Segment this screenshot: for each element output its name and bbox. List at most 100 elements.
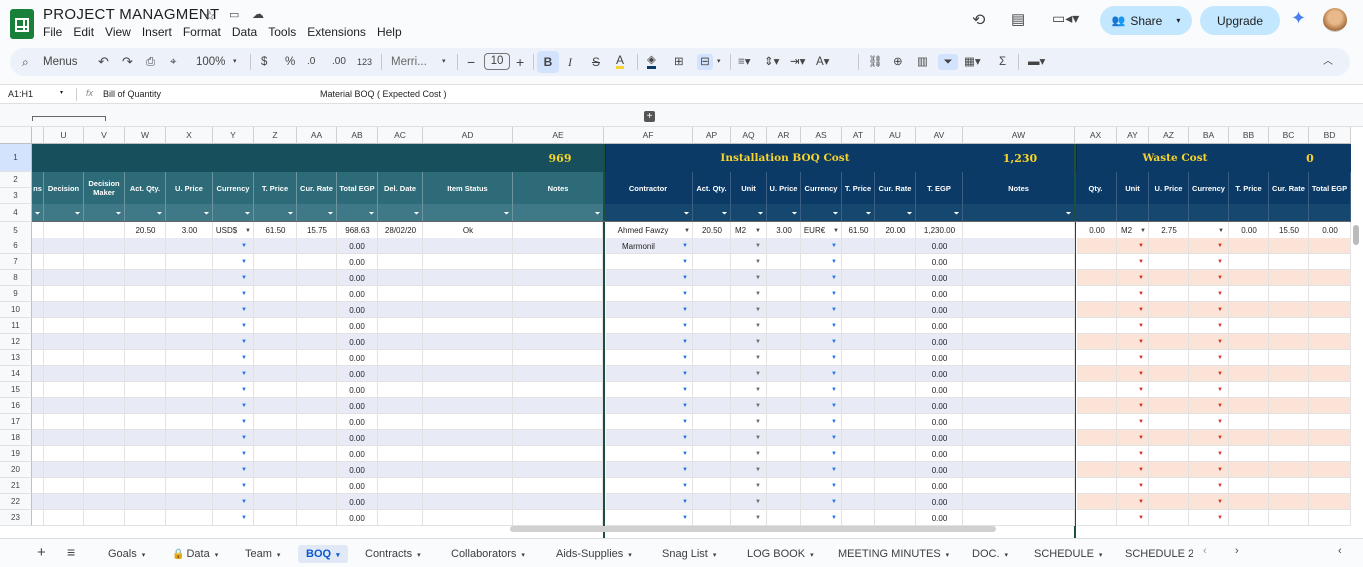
- filter-cell-material-9[interactable]: ⏷: [378, 204, 423, 222]
- cell-installation-r19-c3[interactable]: [767, 446, 801, 462]
- unit-dropdown-icon[interactable]: ▼: [753, 334, 763, 350]
- filter-cell-installation-6[interactable]: ⏷: [875, 204, 916, 222]
- item-status-cell[interactable]: Ok: [423, 222, 513, 239]
- move-folder-icon[interactable]: ▭: [229, 8, 239, 21]
- waste-unit-dropdown-icon[interactable]: ▼: [1136, 462, 1146, 478]
- cell-material-r17-c9[interactable]: [378, 414, 423, 430]
- menu-file[interactable]: File: [43, 25, 62, 39]
- row-header-2[interactable]: 2: [0, 172, 32, 188]
- contractor-dropdown-icon[interactable]: ▼: [680, 286, 690, 302]
- cell-waste-r23-c0[interactable]: [1077, 510, 1117, 526]
- column-header-av[interactable]: AV: [916, 127, 963, 144]
- currency-dropdown-icon[interactable]: ▼: [238, 510, 250, 526]
- waste-currency-dropdown-icon[interactable]: ▼: [1215, 366, 1225, 382]
- currency-dropdown-icon[interactable]: ▼: [829, 382, 839, 398]
- cell-material-r21-c3[interactable]: [125, 478, 166, 494]
- cell-installation-r10-c3[interactable]: [767, 302, 801, 318]
- insert-chart-icon[interactable]: ▥: [917, 54, 928, 70]
- cell-installation-r19-c6[interactable]: [875, 446, 916, 462]
- waste-total-cell[interactable]: 0.00: [1309, 222, 1351, 239]
- cell-material-r14-c11[interactable]: [513, 366, 603, 382]
- filter-dropdown-icon[interactable]: ⏷: [792, 210, 797, 219]
- upgrade-button[interactable]: Upgrade: [1200, 6, 1280, 35]
- cell-material-r22-c2[interactable]: [84, 494, 125, 510]
- currency-dropdown-icon[interactable]: ▼: [238, 478, 250, 494]
- cloud-status-icon[interactable]: ☁: [252, 7, 264, 21]
- cell-material-r11-c7[interactable]: [297, 318, 337, 334]
- cell-installation-r23-c3[interactable]: [767, 510, 801, 526]
- input-tools-icon[interactable]: ▬▾: [1028, 54, 1045, 70]
- filter-dropdown-icon[interactable]: ⏷: [722, 210, 727, 219]
- cell-waste-r10-c5[interactable]: [1269, 302, 1309, 318]
- cell-waste-r8-c0[interactable]: [1077, 270, 1117, 286]
- cell-material-r23-c3[interactable]: [125, 510, 166, 526]
- cell-waste-r22-c5[interactable]: [1269, 494, 1309, 510]
- cell-material-r18-c3[interactable]: [125, 430, 166, 446]
- sheet-tab-collaborators[interactable]: Collaborators ▾: [451, 545, 525, 563]
- contractor-dropdown-icon[interactable]: ▼: [680, 398, 690, 414]
- cell-installation-r22-c3[interactable]: [767, 494, 801, 510]
- cell-waste-r9-c6[interactable]: [1309, 286, 1351, 302]
- cell-material-r21-c2[interactable]: [84, 478, 125, 494]
- tab-menu-icon[interactable]: ▾: [277, 552, 281, 559]
- cell-material-r21-c1[interactable]: [44, 478, 84, 494]
- cell-material-r18-c4[interactable]: [166, 430, 213, 446]
- cell-material-r21-c0[interactable]: [32, 478, 44, 494]
- cell-installation-r20-c5[interactable]: [842, 462, 875, 478]
- currency-dropdown-icon[interactable]: ▼: [829, 270, 839, 286]
- cell-material-r9-c1[interactable]: [44, 286, 84, 302]
- cell-waste-r17-c2[interactable]: [1149, 414, 1189, 430]
- contractor-cell[interactable]: Ahmed Fawzy: [606, 222, 680, 239]
- cell-material-r6-c2[interactable]: [84, 238, 125, 254]
- cell-material-r6-c3[interactable]: [125, 238, 166, 254]
- cell-waste-r21-c0[interactable]: [1077, 478, 1117, 494]
- waste-unit-dropdown-icon[interactable]: ▼: [1136, 270, 1146, 286]
- column-header-af[interactable]: AF: [604, 127, 693, 144]
- row-header-23[interactable]: 23: [0, 510, 32, 526]
- column-header-az[interactable]: AZ: [1149, 127, 1189, 144]
- cell-waste-r17-c5[interactable]: [1269, 414, 1309, 430]
- column-header-v[interactable]: V: [84, 127, 125, 144]
- decrease-decimal-button[interactable]: .0: [307, 54, 315, 70]
- currency-dropdown-icon[interactable]: ▼: [238, 254, 250, 270]
- fill-color-icon[interactable]: ◈: [647, 54, 656, 69]
- cell-material-r23-c2[interactable]: [84, 510, 125, 526]
- filter-cell-material-3[interactable]: ⏷: [125, 204, 166, 222]
- cell-installation-r12-c8[interactable]: [963, 334, 1075, 350]
- cell-material-r19-c0[interactable]: [32, 446, 44, 462]
- cell-installation-r19-c5[interactable]: [842, 446, 875, 462]
- cell-installation-r16-c3[interactable]: [767, 398, 801, 414]
- column-header-ac[interactable]: AC: [378, 127, 423, 144]
- currency-dropdown-icon[interactable]: ▼: [238, 382, 250, 398]
- cell-material-r7-c2[interactable]: [84, 254, 125, 270]
- cell-material-r22-c9[interactable]: [378, 494, 423, 510]
- cell-waste-r15-c4[interactable]: [1229, 382, 1269, 398]
- del-date-cell[interactable]: 28/02/20: [378, 222, 423, 239]
- cell-installation-r21-c1[interactable]: [693, 478, 731, 494]
- cell-material-r23-c0[interactable]: [32, 510, 44, 526]
- cell-material-r7-c3[interactable]: [125, 254, 166, 270]
- text-rotation-icon[interactable]: A▾: [816, 54, 829, 70]
- cell-waste-r23-c4[interactable]: [1229, 510, 1269, 526]
- cell-waste-r7-c2[interactable]: [1149, 254, 1189, 270]
- cell-material-r6-c1[interactable]: [44, 238, 84, 254]
- menu-format[interactable]: Format: [183, 25, 221, 39]
- cell-material-r21-c10[interactable]: [423, 478, 513, 494]
- cell-waste-r10-c0[interactable]: [1077, 302, 1117, 318]
- cell-material-r12-c4[interactable]: [166, 334, 213, 350]
- cell-waste-r16-c2[interactable]: [1149, 398, 1189, 414]
- cell-material-r14-c2[interactable]: [84, 366, 125, 382]
- cell-material-r20-c4[interactable]: [166, 462, 213, 478]
- cell-waste-r8-c2[interactable]: [1149, 270, 1189, 286]
- column-header-ax[interactable]: AX: [1075, 127, 1117, 144]
- cell-material-r15-c10[interactable]: [423, 382, 513, 398]
- cell-installation-r16-c8[interactable]: [963, 398, 1075, 414]
- contractor-dropdown-icon[interactable]: ▼: [680, 478, 690, 494]
- unit-dropdown-icon[interactable]: ▼: [753, 430, 763, 446]
- currency-dropdown-icon[interactable]: ▼: [829, 238, 839, 254]
- search-icon[interactable]: ⌕: [22, 54, 29, 70]
- share-dropdown-icon[interactable]: ▾: [1176, 16, 1180, 25]
- unit-dropdown-icon[interactable]: ▼: [753, 414, 763, 430]
- cell-material-r16-c2[interactable]: [84, 398, 125, 414]
- strikethrough-button[interactable]: S: [592, 54, 600, 70]
